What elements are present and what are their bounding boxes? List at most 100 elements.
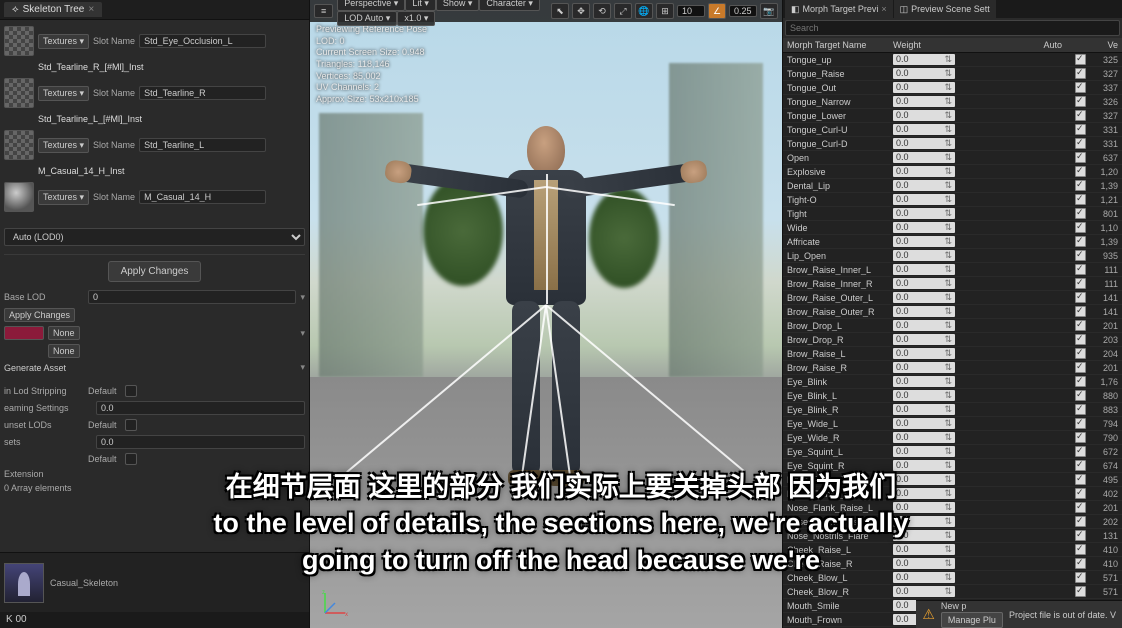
morph-auto-checkbox[interactable] — [1075, 502, 1086, 513]
asset-thumbnail[interactable] — [4, 563, 44, 603]
move-icon[interactable]: ✥ — [572, 3, 590, 19]
morph-auto-checkbox[interactable] — [1075, 404, 1086, 415]
morph-weight-field[interactable]: 0.0⇅ — [893, 418, 955, 429]
grid-snap-value[interactable] — [677, 5, 705, 17]
viewport-perspective-button[interactable]: Perspective ▾ — [337, 0, 405, 11]
morph-weight-field[interactable]: 0.0⇅ — [893, 236, 955, 247]
morph-weight-field[interactable]: 0.0⇅ — [893, 474, 955, 485]
morph-auto-checkbox[interactable] — [1075, 138, 1086, 149]
morph-target-row[interactable]: Open 0.0⇅ 637 — [783, 151, 1122, 165]
spinner-icon[interactable]: ▾ — [300, 292, 305, 303]
morph-target-row[interactable]: Nose_Scrunch 0.0⇅ 495 — [783, 473, 1122, 487]
angle-snap-icon[interactable]: ∠ — [708, 3, 726, 19]
slot-name-field[interactable] — [139, 34, 266, 48]
morph-auto-checkbox[interactable] — [1075, 68, 1086, 79]
morph-target-row[interactable]: Brow_Raise_Inner_L 0.0⇅ 111 — [783, 263, 1122, 277]
morph-auto-checkbox[interactable] — [1075, 544, 1086, 555]
morph-auto-checkbox[interactable] — [1075, 54, 1086, 65]
morph-target-row[interactable]: Tongue_Narrow 0.0⇅ 326 — [783, 95, 1122, 109]
tab-skeleton-tree[interactable]: ⟡ Skeleton Tree × — [4, 2, 102, 17]
globe-icon[interactable]: 🌐 — [635, 3, 653, 19]
morph-auto-checkbox[interactable] — [1075, 166, 1086, 177]
morph-auto-checkbox[interactable] — [1075, 530, 1086, 541]
morph-weight-field[interactable]: 0.0⇅ — [893, 348, 955, 359]
morph-weight-field[interactable]: 0.0⇅ — [893, 488, 955, 499]
rotate-icon[interactable]: ⟲ — [593, 3, 611, 19]
morph-auto-checkbox[interactable] — [1075, 306, 1086, 317]
morph-target-row[interactable]: Brow_Raise_L 0.0⇅ 204 — [783, 347, 1122, 361]
morph-weight-field[interactable]: 0.0⇅ — [893, 292, 955, 303]
morph-weight-field[interactable]: 0.0⇅ — [893, 222, 955, 233]
morph-weight-field[interactable]: 0.0⇅ — [893, 138, 955, 149]
header-auto[interactable]: Auto — [963, 40, 1092, 50]
camera-speed-icon[interactable]: 📷 — [760, 3, 778, 19]
morph-target-row[interactable]: Nose_Flank_Raise_L 0.0⇅ 201 — [783, 501, 1122, 515]
morph-auto-checkbox[interactable] — [1075, 516, 1086, 527]
morph-search-input[interactable] — [785, 20, 1120, 36]
material-thumbnail[interactable] — [4, 130, 34, 160]
morph-weight-field[interactable]: 0.0⇅ — [893, 194, 955, 205]
morph-auto-checkbox[interactable] — [1075, 292, 1086, 303]
morph-target-row[interactable]: Nose_Flank_Raise_R 0.0⇅ 202 — [783, 515, 1122, 529]
close-icon[interactable]: × — [88, 4, 94, 15]
morph-auto-checkbox[interactable] — [1075, 474, 1086, 485]
slot-name-field[interactable] — [139, 86, 266, 100]
morph-target-row[interactable]: Tongue_Curl-D 0.0⇅ 331 — [783, 137, 1122, 151]
none-button-2[interactable]: None — [48, 344, 80, 358]
material-thumbnail[interactable] — [4, 182, 34, 212]
morph-target-row[interactable]: Tight-O 0.0⇅ 1,21 — [783, 193, 1122, 207]
detail-checkbox[interactable] — [125, 385, 137, 397]
textures-button[interactable]: Textures ▾ — [38, 138, 89, 153]
morph-auto-checkbox[interactable] — [1075, 418, 1086, 429]
morph-weight-field[interactable]: 0.0⇅ — [893, 124, 955, 135]
morph-auto-checkbox[interactable] — [1075, 488, 1086, 499]
morph-target-row[interactable]: Eye_Wide_L 0.0⇅ 794 — [783, 417, 1122, 431]
morph-target-row[interactable]: Tongue_Out 0.0⇅ 337 — [783, 81, 1122, 95]
material-slot-row[interactable]: Textures ▾ Slot Name — [4, 128, 305, 162]
material-slot-row[interactable]: Textures ▾ Slot Name — [4, 24, 305, 58]
morph-weight-field[interactable]: 0.0⇅ — [893, 502, 955, 513]
detail-checkbox[interactable] — [125, 453, 137, 465]
morph-target-row[interactable]: Nose_Nostrils_Flare 0.0⇅ 131 — [783, 529, 1122, 543]
morph-auto-checkbox[interactable] — [1075, 96, 1086, 107]
select-icon[interactable]: ⬉ — [551, 3, 569, 19]
morph-target-row[interactable]: Cheek_Raise_R 0.0⇅ 410 — [783, 557, 1122, 571]
material-thumbnail[interactable] — [4, 26, 34, 56]
morph-weight-field[interactable]: 0.0⇅ — [893, 180, 955, 191]
morph-weight-field[interactable]: 0.0⇅ — [893, 460, 955, 471]
morph-weight-field[interactable]: 0.0⇅ — [893, 278, 955, 289]
morph-weight-field[interactable]: 0.0⇅ — [893, 96, 955, 107]
morph-weight-field[interactable]: 0.0⇅ — [893, 516, 955, 527]
morph-auto-checkbox[interactable] — [1075, 460, 1086, 471]
detail-checkbox[interactable] — [125, 419, 137, 431]
morph-auto-checkbox[interactable] — [1075, 110, 1086, 121]
morph-weight-field[interactable]: 0.0⇅ — [893, 446, 955, 457]
morph-target-row[interactable]: Explosive 0.0⇅ 1,20 — [783, 165, 1122, 179]
morph-target-row[interactable]: Eye_Squint_R 0.0⇅ 674 — [783, 459, 1122, 473]
morph-target-row[interactable]: Brow_Drop_L 0.0⇅ 201 — [783, 319, 1122, 333]
morph-target-row[interactable]: Nose_Flanks_Raise 0.0⇅ 402 — [783, 487, 1122, 501]
morph-target-row[interactable]: Eye_Blink 0.0⇅ 1,76 — [783, 375, 1122, 389]
scale-icon[interactable]: ⤢ — [614, 3, 632, 19]
tab-morph-target-preview[interactable]: ◧ Morph Target Previ × — [785, 0, 893, 18]
morph-target-row[interactable]: Eye_Blink_R 0.0⇅ 883 — [783, 403, 1122, 417]
slot-name-field[interactable] — [139, 138, 266, 152]
textures-button[interactable]: Textures ▾ — [38, 190, 89, 205]
close-icon[interactable]: × — [881, 4, 886, 14]
morph-weight-field[interactable]: 0.0⇅ — [893, 530, 955, 541]
morph-weight-field[interactable]: 0.0⇅ — [893, 390, 955, 401]
textures-button[interactable]: Textures ▾ — [38, 86, 89, 101]
morph-target-row[interactable]: Brow_Raise_R 0.0⇅ 201 — [783, 361, 1122, 375]
morph-weight-field[interactable]: 0.0⇅ — [893, 166, 955, 177]
base-lod-field[interactable] — [88, 290, 296, 304]
morph-target-list[interactable]: Tongue_up 0.0⇅ 325Tongue_Raise 0.0⇅ 327T… — [783, 53, 1122, 628]
slot-name-field[interactable] — [139, 190, 266, 204]
morph-weight-field[interactable]: 0.0⇅ — [893, 320, 955, 331]
morph-auto-checkbox[interactable] — [1075, 222, 1086, 233]
viewport-lod-auto-button[interactable]: LOD Auto ▾ — [337, 11, 397, 26]
morph-weight-field[interactable]: 0.0⇅ — [893, 362, 955, 373]
material-slot-row[interactable]: Textures ▾ Slot Name — [4, 76, 305, 110]
morph-target-row[interactable]: Eye_Blink_L 0.0⇅ 880 — [783, 389, 1122, 403]
morph-weight-field[interactable]: 0.0⇅ — [893, 68, 955, 79]
none-button-1[interactable]: None — [48, 326, 80, 340]
